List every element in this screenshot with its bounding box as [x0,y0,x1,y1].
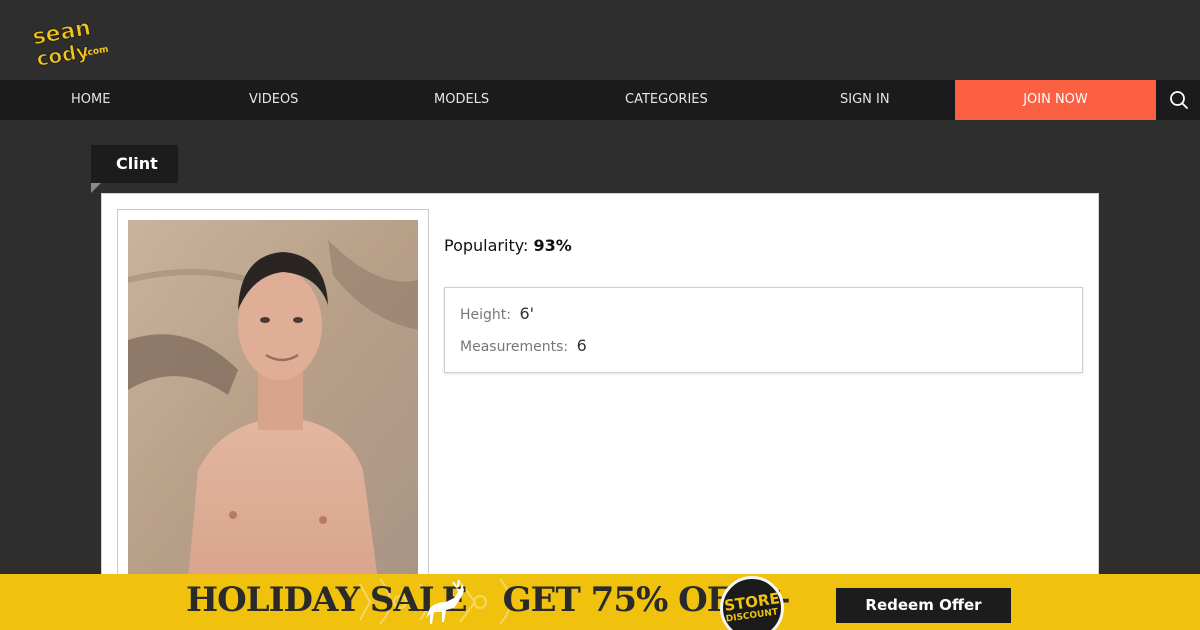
height-value: 6' [519,304,535,323]
redeem-offer-button[interactable]: Redeem Offer [836,588,1011,623]
measurements-label: Measurements: [460,339,569,355]
model-portrait-image [128,220,418,580]
promo-headline: HOLIDAY SALE GET 75% OFF + [186,580,792,620]
reindeer-icon [426,580,464,624]
nav-categories[interactable]: CATEGORIES [625,80,708,120]
site-header: sean cody .com [0,0,1200,80]
search-icon [1170,91,1188,109]
popularity-label: Popularity: [444,236,529,255]
holiday-sale-banner[interactable]: HOLIDAY SALE GET 75% OFF + STORE DISCOUNT… [0,574,1200,630]
popularity-value: 93% [533,236,572,255]
search-button[interactable] [1158,80,1200,120]
measurements-row: Measurements: 6 [460,336,587,355]
nav-home[interactable]: HOME [71,80,110,120]
popularity-stat: Popularity: 93% [444,236,572,255]
join-now-button[interactable]: JOIN NOW [955,80,1156,120]
model-name-tab: Clint [91,145,178,183]
height-row: Height: 6' [460,304,534,323]
nav-sign-in[interactable]: SIGN IN [840,80,890,120]
sean-cody-logo-icon: sean cody .com [30,15,109,68]
nav-videos[interactable]: VIDEOS [249,80,298,120]
tab-corner-decoration [91,183,101,193]
height-label: Height: [460,307,511,323]
model-photo [128,220,418,580]
site-logo[interactable]: sean cody .com [30,14,112,68]
measurements-value: 6 [576,336,587,355]
nav-models[interactable]: MODELS [434,80,489,120]
model-stats-box: Height: 6' Measurements: 6 [444,287,1083,373]
main-nav: HOME VIDEOS MODELS CATEGORIES SIGN IN JO… [0,80,1200,120]
